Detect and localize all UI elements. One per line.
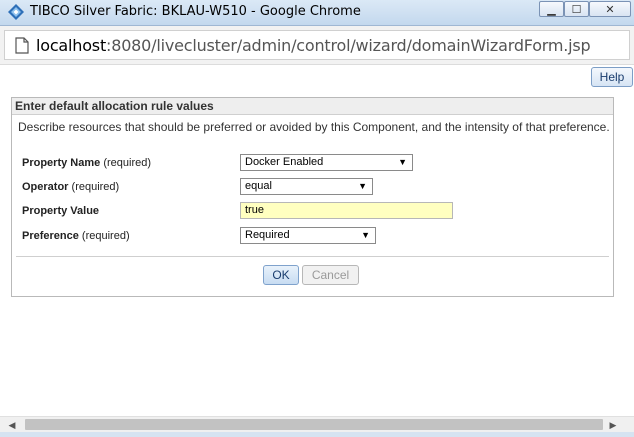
panel-description: Describe resources that should be prefer… [18, 120, 610, 134]
scrollbar-thumb[interactable] [25, 419, 603, 430]
operator-select[interactable]: equal ▼ [240, 178, 373, 195]
maximize-button[interactable]: ☐ [564, 1, 589, 17]
operator-label: Operator (required) [22, 181, 120, 193]
address-bar: localhost:8080/livecluster/admin/control… [0, 26, 634, 65]
allocation-rule-panel: Enter default allocation rule values Des… [11, 97, 614, 297]
property-name-select[interactable]: Docker Enabled ▼ [240, 154, 413, 171]
page-icon [15, 37, 29, 54]
scroll-right-icon[interactable]: ▶ [606, 419, 620, 431]
horizontal-scrollbar[interactable]: ◀ ▶ [0, 416, 634, 433]
window-title-bar: TIBCO Silver Fabric: BKLAU-W510 - Google… [0, 0, 634, 26]
property-value-input[interactable]: true [240, 202, 453, 219]
minimize-icon: ▁ [547, 3, 556, 16]
url-host: localhost [36, 36, 107, 55]
close-button[interactable]: ✕ [589, 1, 631, 17]
window-title: TIBCO Silver Fabric: BKLAU-W510 - Google… [30, 4, 361, 19]
url-field[interactable]: localhost:8080/livecluster/admin/control… [4, 30, 630, 60]
panel-title: Enter default allocation rule values [12, 98, 613, 115]
chevron-down-icon: ▼ [361, 230, 370, 240]
url-path: :8080/livecluster/admin/control/wizard/d… [106, 36, 591, 55]
chevron-down-icon: ▼ [358, 181, 367, 191]
window-bottom-edge [0, 432, 634, 437]
maximize-icon: ☐ [571, 3, 582, 16]
url-text: localhost:8080/livecluster/admin/control… [36, 36, 591, 55]
property-name-label: Property Name (required) [22, 157, 152, 169]
preference-select[interactable]: Required ▼ [240, 227, 376, 244]
close-icon: ✕ [605, 3, 615, 16]
scroll-left-icon[interactable]: ◀ [5, 419, 19, 431]
divider [16, 256, 609, 257]
ok-button[interactable]: OK [263, 265, 299, 285]
chevron-down-icon: ▼ [398, 157, 407, 167]
help-button[interactable]: Help [591, 67, 633, 87]
cancel-button: Cancel [302, 265, 359, 285]
minimize-button[interactable]: ▁ [539, 1, 564, 17]
page-content: Help Enter default allocation rule value… [0, 65, 634, 414]
property-value-label: Property Value [22, 205, 100, 217]
tibco-diamond-icon [8, 4, 24, 20]
preference-label: Preference (required) [22, 230, 130, 242]
